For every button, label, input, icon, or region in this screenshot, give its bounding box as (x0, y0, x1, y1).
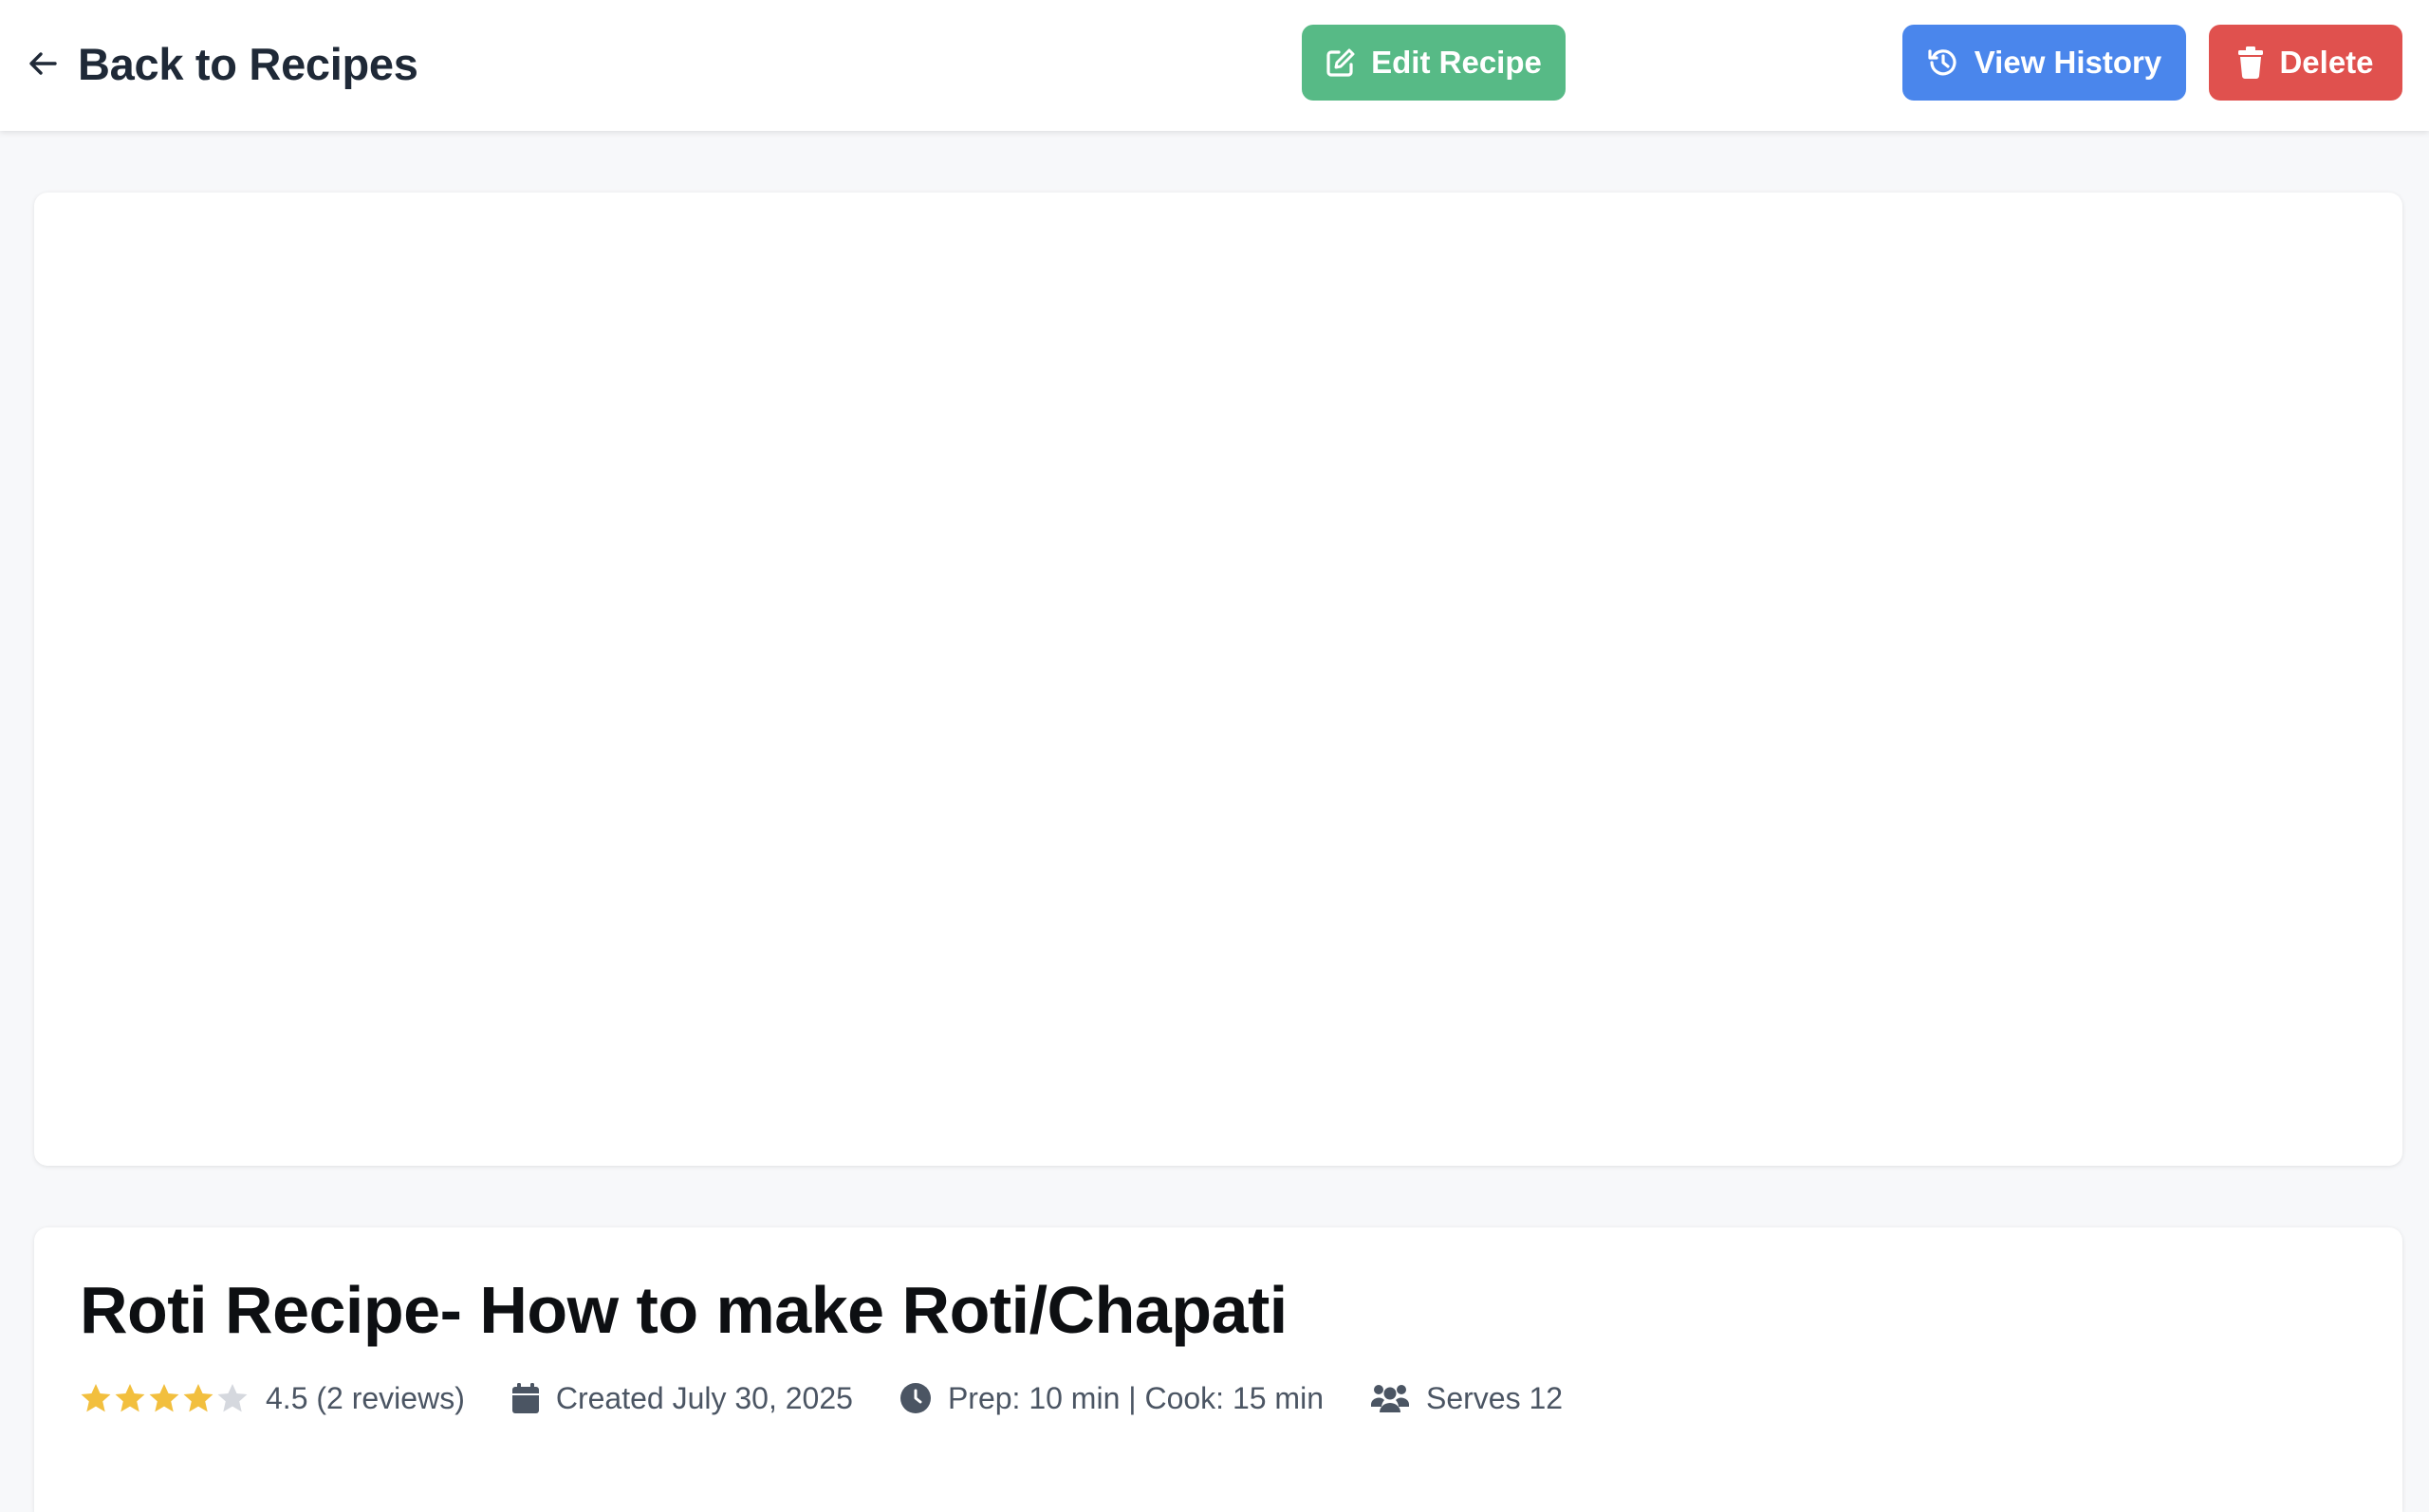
delete-button[interactable]: Delete (2209, 25, 2402, 101)
history-icon (1927, 46, 1959, 79)
star-filled-icon (148, 1383, 180, 1413)
arrow-left-icon (28, 51, 57, 76)
star-filled-icon (80, 1383, 112, 1413)
created-date-text: Created July 30, 2025 (555, 1380, 853, 1415)
servings: Serves 12 (1370, 1380, 1564, 1416)
top-header: Back to Recipes Edit Recipe View History (0, 0, 2429, 131)
clock-icon (899, 1383, 931, 1413)
trash-icon (2237, 46, 2264, 79)
calendar-icon (511, 1383, 539, 1413)
recipe-meta: 4.5 (2 reviews) Created July 30, 2025 Pr… (80, 1375, 1610, 1421)
rating: 4.5 (2 reviews) (80, 1381, 465, 1416)
users-icon (1370, 1384, 1409, 1412)
star-filled-icon (182, 1383, 214, 1413)
serves-text: Serves 12 (1425, 1380, 1564, 1415)
cook-time: Prep: 10 min | Cook: 15 min (899, 1380, 1324, 1416)
rating-text: 4.5 (2 reviews) (266, 1380, 465, 1415)
star-filled-icon (114, 1383, 146, 1413)
back-to-recipes-label: Back to Recipes (78, 38, 418, 89)
edit-icon (1326, 47, 1356, 78)
recipe-title: Roti Recipe- How to make Roti/Chapati (80, 1273, 1288, 1347)
recipe-image (34, 193, 2402, 1166)
recipe-details-card: Roti Recipe- How to make Roti/Chapati 4.… (34, 1227, 2402, 1512)
view-history-label: View History (1974, 45, 2162, 80)
back-to-recipes-link[interactable]: Back to Recipes (28, 32, 418, 95)
edit-recipe-button[interactable]: Edit Recipe (1302, 25, 1566, 101)
star-empty-icon (216, 1383, 249, 1413)
edit-recipe-label: Edit Recipe (1371, 45, 1542, 80)
star-rating (80, 1383, 249, 1413)
delete-label: Delete (2279, 45, 2374, 80)
created-date: Created July 30, 2025 (511, 1380, 853, 1416)
cook-time-text: Prep: 10 min | Cook: 15 min (947, 1380, 1324, 1415)
view-history-button[interactable]: View History (1902, 25, 2186, 101)
